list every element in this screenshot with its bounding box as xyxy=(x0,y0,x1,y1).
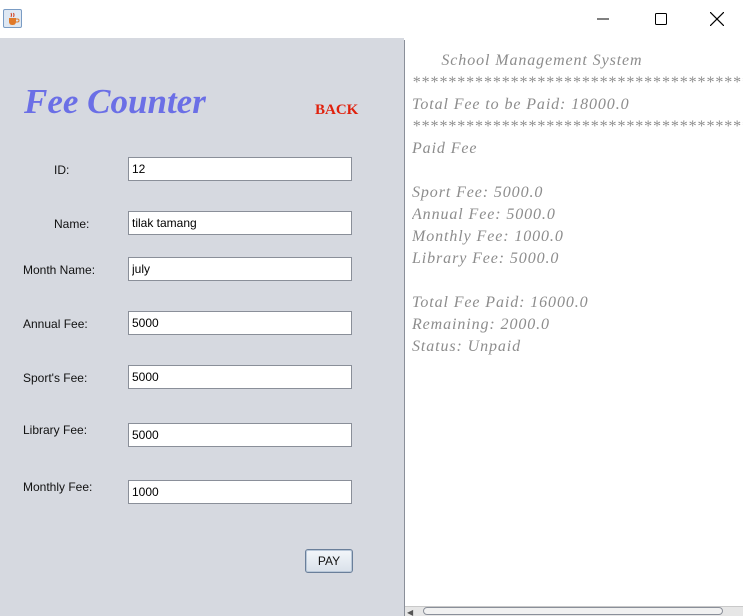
receipt-line: ****************************************… xyxy=(412,74,743,91)
fee-form-panel: Fee Counter BACK ID: Name: Month Name: A… xyxy=(0,38,404,616)
id-field[interactable] xyxy=(128,157,352,181)
scroll-left-icon[interactable]: ◀ xyxy=(407,608,413,616)
horizontal-scrollbar[interactable]: ◀ xyxy=(405,606,743,616)
receipt-line: Monthly Fee: 1000.0 xyxy=(412,228,564,245)
receipt-line xyxy=(412,270,743,292)
receipt-panel[interactable]: School Management System ****************… xyxy=(404,40,743,616)
month-name-field[interactable] xyxy=(128,257,352,281)
annual-fee-label: Annual Fee: xyxy=(23,317,88,331)
receipt-line: Sport Fee: 5000.0 xyxy=(412,184,544,201)
receipt-text: School Management System ****************… xyxy=(412,50,743,358)
month-name-label: Month Name: xyxy=(23,263,96,277)
monthly-fee-label: Monthly Fee: xyxy=(23,480,93,494)
receipt-line: ****************************************… xyxy=(412,118,743,135)
close-icon xyxy=(709,12,724,26)
window-titlebar xyxy=(0,0,743,38)
receipt-line: Status: Unpaid xyxy=(412,338,522,355)
library-fee-field[interactable] xyxy=(128,423,352,447)
close-button[interactable] xyxy=(690,0,743,38)
back-link[interactable]: BACK xyxy=(315,102,358,119)
receipt-line: Paid Fee xyxy=(412,140,478,157)
page-title: Fee Counter xyxy=(24,82,206,121)
minimize-icon xyxy=(597,18,609,20)
maximize-icon xyxy=(655,13,667,25)
id-label: ID: xyxy=(54,163,70,177)
java-cup-icon[interactable] xyxy=(3,9,22,28)
receipt-line: School Management System xyxy=(412,52,643,69)
scroll-thumb[interactable] xyxy=(423,607,723,615)
receipt-line: Total Fee Paid: 16000.0 xyxy=(412,294,589,311)
receipt-line: Total Fee to be Paid: 18000.0 xyxy=(412,96,630,113)
minimize-button[interactable] xyxy=(574,0,632,38)
name-field[interactable] xyxy=(128,211,352,235)
sports-fee-field[interactable] xyxy=(128,365,352,389)
annual-fee-field[interactable] xyxy=(128,311,352,335)
maximize-button[interactable] xyxy=(632,0,690,38)
pay-button[interactable]: PAY xyxy=(305,549,353,573)
monthly-fee-field[interactable] xyxy=(128,480,352,504)
receipt-line: Annual Fee: 5000.0 xyxy=(412,206,556,223)
name-label: Name: xyxy=(54,217,90,231)
sports-fee-label: Sport's Fee: xyxy=(23,371,88,385)
library-fee-label: Library Fee: xyxy=(23,423,88,437)
receipt-line: Library Fee: 5000.0 xyxy=(412,250,560,267)
receipt-line xyxy=(412,160,743,182)
receipt-line: Remaining: 2000.0 xyxy=(412,316,550,333)
